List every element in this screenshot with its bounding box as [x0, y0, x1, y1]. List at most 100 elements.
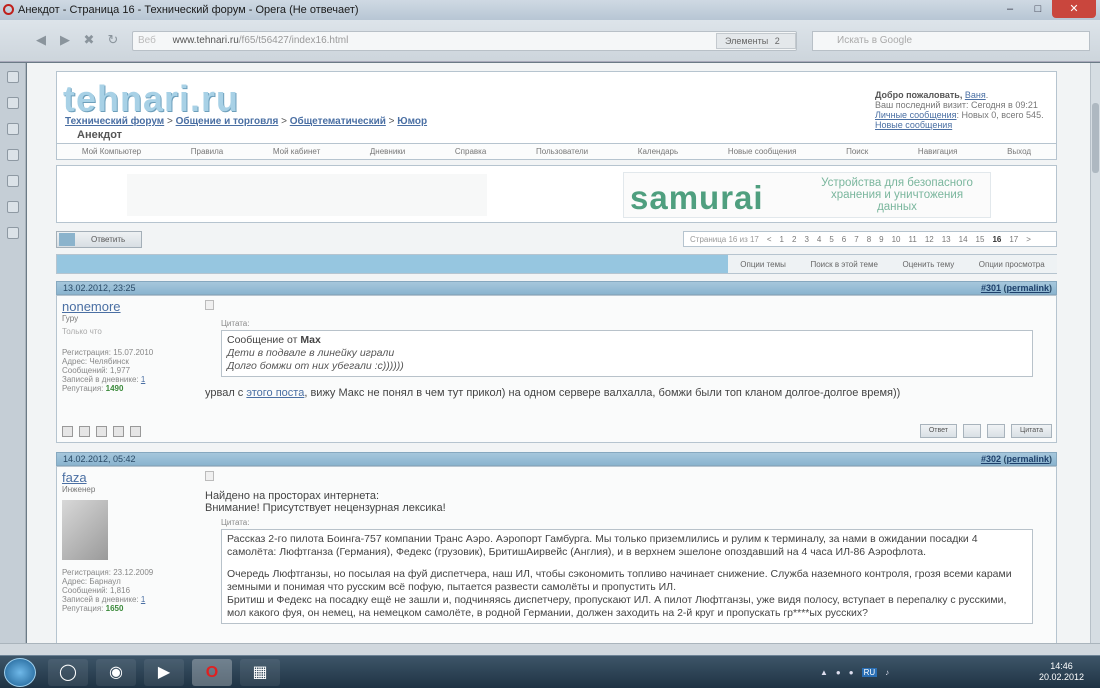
samurai-ad[interactable]: samurai Устройства для безопасного хране… [623, 172, 991, 218]
permalink[interactable]: permalink [1006, 283, 1049, 293]
reload-icon[interactable]: ↻ [104, 32, 122, 48]
language-indicator[interactable]: RU [861, 668, 878, 677]
reply-post-button[interactable]: Ответ [919, 424, 958, 438]
quote-block: Сообщение от Max Дети в подвале в линейк… [221, 330, 1033, 377]
thread-tool[interactable]: Опции просмотра [979, 260, 1045, 269]
nav-item[interactable]: Пользователи [536, 147, 588, 156]
nav-item[interactable]: Новые сообщения [728, 147, 797, 156]
flower-icon[interactable] [79, 426, 90, 437]
pager-next[interactable]: > [1022, 235, 1035, 244]
address-bar[interactable]: Веб www.tehnari.ru/f65/t56427/index16.ht… [132, 31, 797, 51]
breadcrumb-item[interactable]: Юмор [397, 116, 427, 127]
avatar[interactable] [62, 500, 108, 560]
breadcrumb-item[interactable]: Технический форум [65, 116, 164, 127]
search-input[interactable]: Искать в Google [812, 31, 1090, 51]
vertical-scrollbar[interactable] [1090, 63, 1100, 643]
username[interactable]: faza [62, 471, 202, 485]
nav-item[interactable]: Выход [1007, 147, 1031, 156]
ie-taskbar-icon[interactable]: ◯ [48, 659, 88, 686]
browser-panel-sidebar [0, 63, 26, 643]
nav-item[interactable]: Поиск [846, 147, 868, 156]
thread-tool[interactable]: Поиск в этой теме [810, 260, 877, 269]
profile-icon[interactable] [62, 426, 73, 437]
nav-item[interactable]: Мой кабинет [273, 147, 320, 156]
page-current: 16 [992, 234, 1002, 244]
user-rank: Гуру [62, 314, 79, 323]
page-link[interactable]: 10 [888, 235, 905, 244]
nav-item[interactable]: Навигация [918, 147, 958, 156]
forum-logo[interactable]: tehnari.ru [63, 78, 239, 120]
diary-link[interactable]: 1 [141, 375, 145, 384]
tray-icon[interactable]: ▲ [820, 668, 828, 677]
tray-icon[interactable]: ● [836, 668, 841, 677]
post-intro: Найдено на просторах интернета: [205, 490, 380, 502]
reply-button[interactable]: Ответить [56, 231, 142, 248]
permalink[interactable]: permalink [1006, 454, 1049, 464]
new-posts-link[interactable]: Новые сообщения [875, 120, 952, 130]
page-link[interactable]: 3 [800, 235, 812, 244]
widgets-icon[interactable] [7, 97, 19, 109]
diary-link[interactable]: 1 [141, 595, 145, 604]
back-icon[interactable]: ◀ [32, 32, 50, 48]
explorer-taskbar-icon[interactable]: ▦ [240, 659, 280, 686]
elements-counter[interactable]: Элементы 2 [716, 33, 796, 49]
page-link[interactable]: 14 [955, 235, 972, 244]
transfers-icon[interactable] [7, 201, 19, 213]
notes-icon[interactable] [7, 123, 19, 135]
page-link[interactable]: 9 [875, 235, 887, 244]
page-link[interactable]: 13 [938, 235, 955, 244]
chrome-taskbar-icon[interactable]: ◉ [96, 659, 136, 686]
media-player-taskbar-icon[interactable]: ▶ [144, 659, 184, 686]
thread-tool[interactable]: Оценить тему [902, 260, 954, 269]
pager-prev[interactable]: < [763, 235, 776, 244]
close-button[interactable]: ✕ [1052, 0, 1096, 18]
private-messages-link[interactable]: Личные сообщения [875, 110, 957, 120]
welcome-user[interactable]: Ваня [965, 90, 986, 100]
edit-icon[interactable] [987, 424, 1006, 438]
multiquote-icon[interactable] [963, 424, 982, 438]
page-link[interactable]: 2 [788, 235, 800, 244]
page-link[interactable]: 8 [863, 235, 875, 244]
page-link[interactable]: 11 [905, 235, 921, 244]
username[interactable]: nonemore [62, 300, 202, 314]
breadcrumb-item[interactable]: Общетематический [290, 116, 386, 127]
quote-post-button[interactable]: Цитата [1011, 424, 1052, 438]
page-link[interactable]: 17 [1005, 235, 1022, 244]
breadcrumb-item[interactable]: Общение и торговля [176, 116, 279, 127]
page-link[interactable]: 7 [850, 235, 862, 244]
history-icon[interactable] [7, 149, 19, 161]
page-link[interactable]: 4 [813, 235, 825, 244]
warning-icon[interactable] [113, 426, 124, 437]
report-icon[interactable] [130, 426, 141, 437]
nav-item[interactable]: Правила [191, 147, 223, 156]
nav-item[interactable]: Дневники [370, 147, 405, 156]
thread-tool[interactable]: Опции темы [740, 260, 786, 269]
post-number[interactable]: #302 [981, 454, 1001, 464]
minimize-button[interactable]: – [996, 0, 1024, 18]
bookmarks-icon[interactable] [7, 71, 19, 83]
nav-item[interactable]: Календарь [638, 147, 678, 156]
gift-icon[interactable] [96, 426, 107, 437]
nav-item[interactable]: Мой Компьютер [82, 147, 141, 156]
maximize-button[interactable]: □ [1024, 0, 1052, 18]
stop-icon[interactable]: ✖ [80, 32, 98, 48]
downloads-icon[interactable] [7, 175, 19, 187]
opera-taskbar-icon[interactable]: O [192, 659, 232, 686]
add-panel-icon[interactable] [7, 227, 19, 239]
page-link[interactable]: 1 [776, 235, 788, 244]
nav-item[interactable]: Справка [455, 147, 486, 156]
post-link[interactable]: этого поста [246, 387, 304, 399]
user-reg: Регистрация: 15.07.2010 [62, 348, 154, 357]
start-button[interactable] [4, 658, 36, 687]
volume-icon[interactable]: ♪ [885, 668, 889, 677]
forward-icon[interactable]: ▶ [56, 32, 74, 48]
page-link[interactable]: 12 [921, 235, 938, 244]
browser-toolbar: ◀ ▶ ✖ ↻ Веб www.tehnari.ru/f65/t56427/in… [0, 20, 1100, 62]
clock[interactable]: 14:46 20.02.2012 [1039, 661, 1084, 683]
page-link[interactable]: 5 [825, 235, 837, 244]
page-link[interactable]: 6 [838, 235, 850, 244]
scroll-thumb[interactable] [1092, 103, 1099, 173]
post-number[interactable]: #301 [981, 283, 1001, 293]
tray-icon[interactable]: ● [849, 668, 854, 677]
page-link[interactable]: 15 [972, 235, 989, 244]
